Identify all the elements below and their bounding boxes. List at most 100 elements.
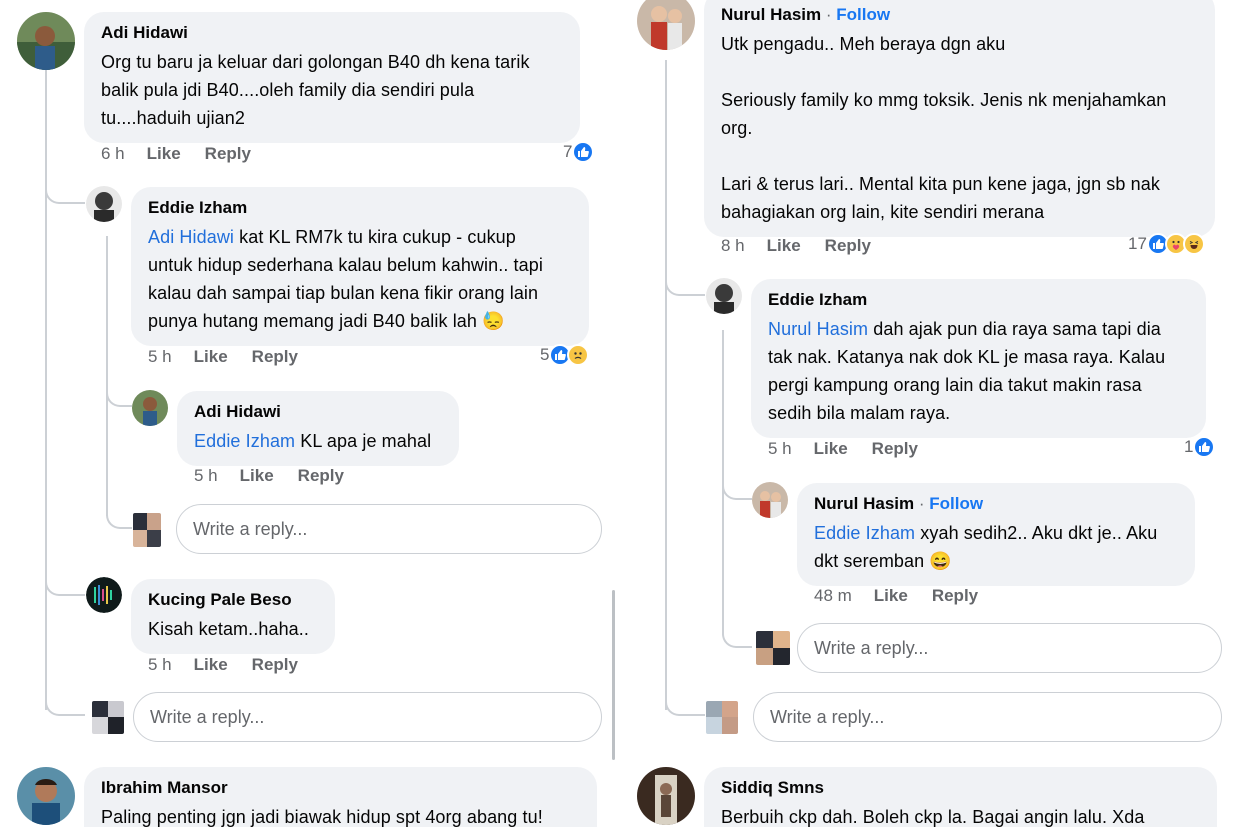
- comment-time[interactable]: 5 h: [148, 655, 172, 675]
- comment-text: Berbuih ckp dah. Boleh ckp la. Bagai ang…: [721, 807, 1145, 827]
- reply-input[interactable]: Write a reply...: [753, 692, 1222, 742]
- comment-bubble: Nurul Hasim · Follow Eddie Izham xyah se…: [797, 483, 1195, 586]
- author-name[interactable]: Nurul Hasim: [721, 5, 821, 24]
- thread-connector: [45, 690, 85, 716]
- thread-connector: [106, 505, 132, 529]
- right-comment-panel: Nurul Hasim · Follow Utk pengadu.. Meh b…: [620, 0, 1240, 827]
- reaction-count: 7: [563, 142, 573, 161]
- avatar[interactable]: [17, 767, 75, 825]
- reaction-count: 1: [1184, 437, 1194, 456]
- left-comment-panel: Adi Hidawi Org tu baru ja keluar dari go…: [0, 0, 620, 827]
- reaction-summary[interactable]: 1: [1184, 436, 1216, 458]
- reaction-summary[interactable]: 17: [1128, 233, 1205, 255]
- reply-button[interactable]: Reply: [872, 439, 918, 459]
- comment-author[interactable]: Nurul Hasim · Follow: [721, 4, 1198, 26]
- separator: ·: [821, 5, 837, 24]
- like-button[interactable]: Like: [767, 236, 801, 256]
- reply-input[interactable]: Write a reply...: [133, 692, 602, 742]
- comment-actions: 5 h Like Reply: [194, 466, 368, 486]
- comment-time[interactable]: 48 m: [814, 586, 852, 606]
- thread-connector: [665, 690, 705, 716]
- reply-placeholder: Write a reply...: [814, 637, 929, 658]
- like-button[interactable]: Like: [240, 466, 274, 486]
- follow-button[interactable]: Follow: [929, 494, 983, 513]
- reply-placeholder: Write a reply...: [770, 706, 885, 727]
- reply-button[interactable]: Reply: [298, 466, 344, 486]
- scrollbar[interactable]: [612, 590, 615, 760]
- like-button[interactable]: Like: [194, 655, 228, 675]
- comment-text: Org tu baru ja keluar dari golongan B40 …: [101, 52, 530, 128]
- comment-body: KL apa je mahal: [295, 431, 432, 451]
- comment-text: Paling penting jgn jadi biawak hidup spt…: [101, 807, 543, 827]
- current-user-avatar: [706, 701, 738, 734]
- comment-author[interactable]: Siddiq Smns: [721, 777, 1200, 799]
- author-name[interactable]: Nurul Hasim: [814, 494, 914, 513]
- comment-text: Nurul Hasim dah ajak pun dia raya sama t…: [768, 315, 1189, 427]
- reply-input[interactable]: Write a reply...: [176, 504, 602, 554]
- comment-time[interactable]: 5 h: [194, 466, 218, 486]
- comment-bubble: Eddie Izham Nurul Hasim dah ajak pun dia…: [751, 279, 1206, 438]
- reaction-summary[interactable]: 7: [563, 141, 595, 163]
- comment-author[interactable]: Nurul Hasim · Follow: [814, 493, 1178, 515]
- avatar[interactable]: [637, 767, 695, 825]
- mention-link[interactable]: Eddie Izham: [194, 431, 295, 451]
- comment-time[interactable]: 5 h: [768, 439, 792, 459]
- avatar[interactable]: [752, 482, 788, 518]
- like-reaction-icon: [1193, 436, 1216, 458]
- comment-text: Eddie Izham xyah sedih2.. Aku dkt je.. A…: [814, 519, 1178, 575]
- reply-button[interactable]: Reply: [252, 347, 298, 367]
- reaction-count: 17: [1128, 234, 1147, 253]
- haha-reaction-icon: [1182, 233, 1205, 255]
- comment-text: Utk pengadu.. Meh beraya dgn aku Serious…: [721, 34, 1167, 222]
- comment-author[interactable]: Eddie Izham: [148, 197, 572, 219]
- follow-button[interactable]: Follow: [836, 5, 890, 24]
- comment-text: Kisah ketam..haha..: [148, 619, 309, 639]
- comment-actions: 48 m Like Reply: [814, 586, 1002, 606]
- comment-author[interactable]: Ibrahim Mansor: [101, 777, 580, 799]
- reaction-summary[interactable]: 5: [540, 344, 590, 366]
- reply-button[interactable]: Reply: [932, 586, 978, 606]
- thread-line: [106, 236, 108, 516]
- mention-link[interactable]: Adi Hidawi: [148, 227, 234, 247]
- comment-time[interactable]: 8 h: [721, 236, 745, 256]
- thread-connector: [665, 270, 705, 296]
- thread-connector: [722, 624, 752, 648]
- reply-placeholder: Write a reply...: [150, 706, 265, 727]
- avatar[interactable]: [132, 390, 168, 426]
- thread-connector: [106, 385, 132, 407]
- thread-line: [665, 60, 667, 710]
- avatar[interactable]: [17, 12, 75, 70]
- comment-author[interactable]: Adi Hidawi: [194, 401, 442, 423]
- comment-time[interactable]: 6 h: [101, 144, 125, 164]
- comment-actions: 5 h Like Reply: [148, 347, 322, 367]
- thread-connector: [45, 180, 85, 204]
- reply-input[interactable]: Write a reply...: [797, 623, 1222, 673]
- thread-connector: [45, 570, 85, 596]
- comment-author[interactable]: Adi Hidawi: [101, 22, 563, 44]
- like-button[interactable]: Like: [194, 347, 228, 367]
- like-button[interactable]: Like: [814, 439, 848, 459]
- comment-actions: 5 h Like Reply: [768, 439, 942, 459]
- separator: ·: [914, 494, 930, 513]
- comment-time[interactable]: 5 h: [148, 347, 172, 367]
- mention-link[interactable]: Nurul Hasim: [768, 319, 868, 339]
- current-user-avatar: [92, 701, 124, 734]
- comment-bubble: Kucing Pale Beso Kisah ketam..haha..: [131, 579, 335, 654]
- avatar[interactable]: [86, 577, 122, 613]
- avatar[interactable]: [86, 186, 122, 222]
- avatar[interactable]: [706, 278, 742, 314]
- comment-actions: 5 h Like Reply: [148, 655, 322, 675]
- reply-button[interactable]: Reply: [205, 144, 251, 164]
- like-button[interactable]: Like: [147, 144, 181, 164]
- comment-bubble: Adi Hidawi Org tu baru ja keluar dari go…: [84, 12, 580, 143]
- comment-author[interactable]: Kucing Pale Beso: [148, 589, 318, 611]
- reply-button[interactable]: Reply: [825, 236, 871, 256]
- reply-button[interactable]: Reply: [252, 655, 298, 675]
- comment-text: Eddie Izham KL apa je mahal: [194, 427, 442, 455]
- sad-reaction-icon: [567, 344, 590, 366]
- reply-placeholder: Write a reply...: [193, 518, 308, 539]
- comment-author[interactable]: Eddie Izham: [768, 289, 1189, 311]
- avatar[interactable]: [637, 0, 695, 50]
- like-button[interactable]: Like: [874, 586, 908, 606]
- mention-link[interactable]: Eddie Izham: [814, 523, 915, 543]
